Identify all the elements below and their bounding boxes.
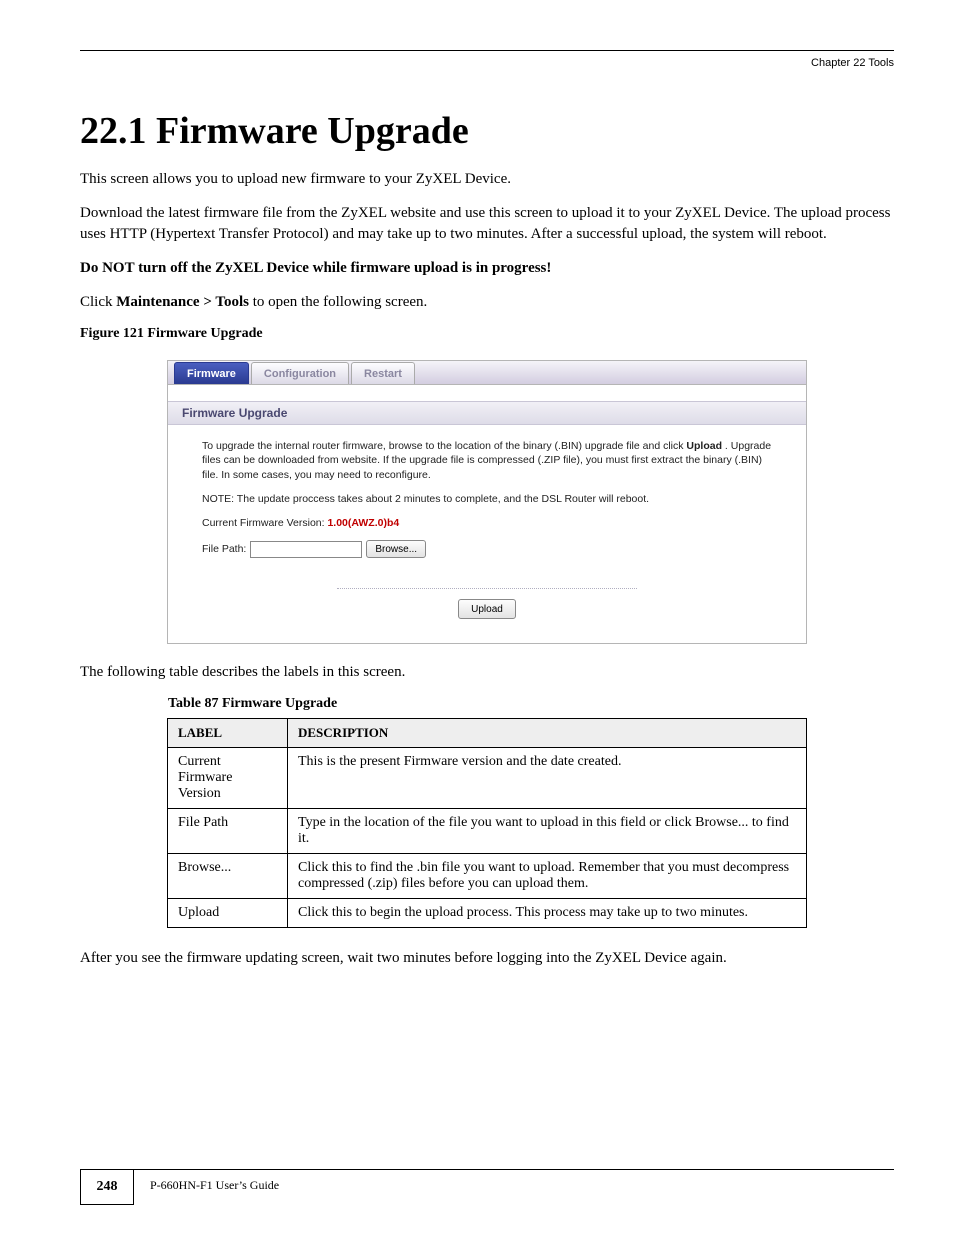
cell-label: Upload — [168, 899, 288, 928]
page-footer: 248 P-660HN-F1 User’s Guide — [80, 1169, 894, 1205]
table-intro: The following table describes the labels… — [80, 662, 894, 682]
p1b: Upload — [686, 440, 722, 452]
figure-caption: Figure 121 Firmware Upgrade — [80, 326, 894, 342]
table-row: Browse... Click this to find the .bin fi… — [168, 854, 807, 899]
tab-restart[interactable]: Restart — [351, 362, 415, 384]
click-bold: Maintenance > Tools — [116, 294, 249, 310]
cell-desc: Click this to find the .bin file you wan… — [288, 854, 807, 899]
file-path-input[interactable] — [250, 541, 362, 558]
fw-label: Current Firmware Version: — [202, 517, 327, 529]
th-description: DESCRIPTION — [288, 719, 807, 748]
tabs-row: Firmware Configuration Restart — [168, 361, 806, 385]
upload-button[interactable]: Upload — [458, 599, 516, 619]
fw-version: 1.00(AWZ.0)b4 — [327, 517, 399, 529]
cell-label: Current Firmware Version — [168, 748, 288, 809]
labels-table: LABEL DESCRIPTION Current Firmware Versi… — [167, 718, 807, 928]
footer-guide: P-660HN-F1 User’s Guide — [150, 1178, 279, 1193]
cell-desc: Click this to begin the upload process. … — [288, 899, 807, 928]
post-text: After you see the firmware updating scre… — [80, 948, 894, 968]
panel-note: NOTE: The update proccess takes about 2 … — [202, 492, 772, 506]
cell-desc: Type in the location of the file you wan… — [288, 809, 807, 854]
p1a: To upgrade the internal router firmware,… — [202, 440, 686, 452]
click-line: Click Maintenance > Tools to open the fo… — [80, 292, 894, 312]
cell-label: Browse... — [168, 854, 288, 899]
cell-desc: This is the present Firmware version and… — [288, 748, 807, 809]
cell-label: File Path — [168, 809, 288, 854]
intro-line-1: This screen allows you to upload new fir… — [80, 169, 894, 189]
firmware-screenshot: Firmware Configuration Restart Firmware … — [167, 360, 807, 644]
warning-text: Do NOT turn off the ZyXEL Device while f… — [80, 258, 894, 278]
panel-paragraph-1: To upgrade the internal router firmware,… — [202, 439, 772, 482]
page-number: 248 — [80, 1169, 134, 1205]
section-bar: Firmware Upgrade — [168, 401, 806, 425]
table-row: File Path Type in the location of the fi… — [168, 809, 807, 854]
file-path-label: File Path: — [202, 543, 246, 555]
intro-line-2: Download the latest firmware file from t… — [80, 203, 894, 244]
tab-configuration[interactable]: Configuration — [251, 362, 349, 384]
tab-firmware[interactable]: Firmware — [174, 362, 249, 384]
click-suffix: to open the following screen. — [249, 294, 427, 310]
fw-version-line: Current Firmware Version: 1.00(AWZ.0)b4 — [202, 516, 772, 530]
table-caption: Table 87 Firmware Upgrade — [168, 696, 894, 712]
running-header: Chapter 22 Tools — [80, 57, 894, 69]
chapter-title: 22.1 Firmware Upgrade — [80, 109, 894, 153]
th-label: LABEL — [168, 719, 288, 748]
table-row: Upload Click this to begin the upload pr… — [168, 899, 807, 928]
table-row: Current Firmware Version This is the pre… — [168, 748, 807, 809]
click-prefix: Click — [80, 294, 116, 310]
browse-button[interactable]: Browse... — [366, 540, 426, 558]
